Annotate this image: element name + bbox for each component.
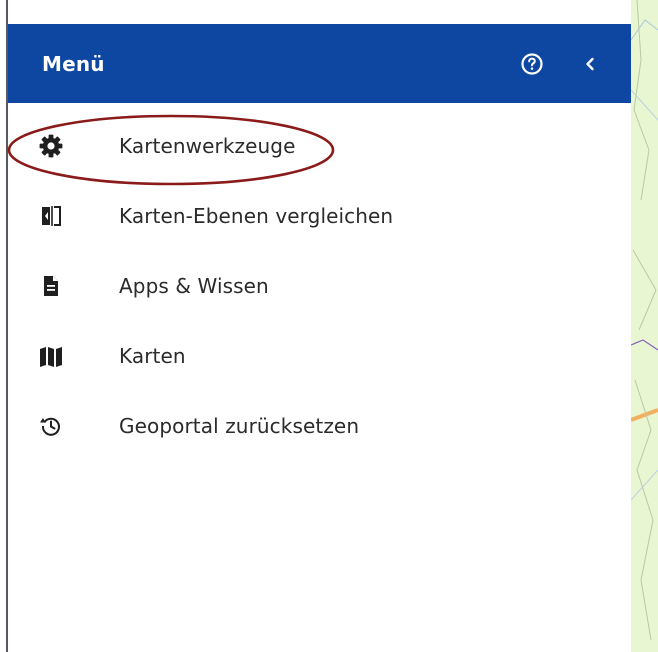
help-circle-icon bbox=[521, 52, 543, 75]
menu-item-geoportal-zuruecksetzen[interactable]: Geoportal zurücksetzen bbox=[8, 391, 631, 461]
chevron-left-icon bbox=[586, 57, 594, 70]
compare-layers-icon bbox=[38, 203, 64, 229]
collapse-menu-button[interactable] bbox=[577, 51, 603, 77]
map-view[interactable] bbox=[631, 0, 658, 652]
menu-item-kartenwerkzeuge[interactable]: Kartenwerkzeuge bbox=[8, 111, 631, 181]
menu-item-label: Geoportal zurücksetzen bbox=[119, 414, 360, 438]
document-icon bbox=[38, 273, 64, 299]
menu-item-karten[interactable]: Karten bbox=[8, 321, 631, 391]
header-actions bbox=[519, 24, 603, 103]
menu-panel: Menü Kartenwerkzeuge Karten-Ebenen vergl… bbox=[8, 0, 631, 652]
menu-item-label: Karten-Ebenen vergleichen bbox=[119, 204, 394, 228]
help-button[interactable] bbox=[519, 51, 545, 77]
app-window: Menü Kartenwerkzeuge Karten-Ebenen vergl… bbox=[0, 0, 658, 652]
menu-item-label: Apps & Wissen bbox=[119, 274, 269, 298]
map-icon bbox=[38, 343, 64, 369]
menu-list: Kartenwerkzeuge Karten-Ebenen vergleiche… bbox=[8, 103, 631, 461]
panel-top-spacer bbox=[8, 0, 631, 24]
menu-header: Menü bbox=[8, 24, 631, 103]
menu-item-label: Kartenwerkzeuge bbox=[119, 134, 296, 158]
gear-icon bbox=[38, 133, 64, 159]
history-reset-icon bbox=[38, 413, 64, 439]
menu-item-apps-wissen[interactable]: Apps & Wissen bbox=[8, 251, 631, 321]
menu-title: Menü bbox=[42, 51, 105, 76]
menu-item-karten-ebenen-vergleichen[interactable]: Karten-Ebenen vergleichen bbox=[8, 181, 631, 251]
menu-item-label: Karten bbox=[119, 344, 186, 368]
